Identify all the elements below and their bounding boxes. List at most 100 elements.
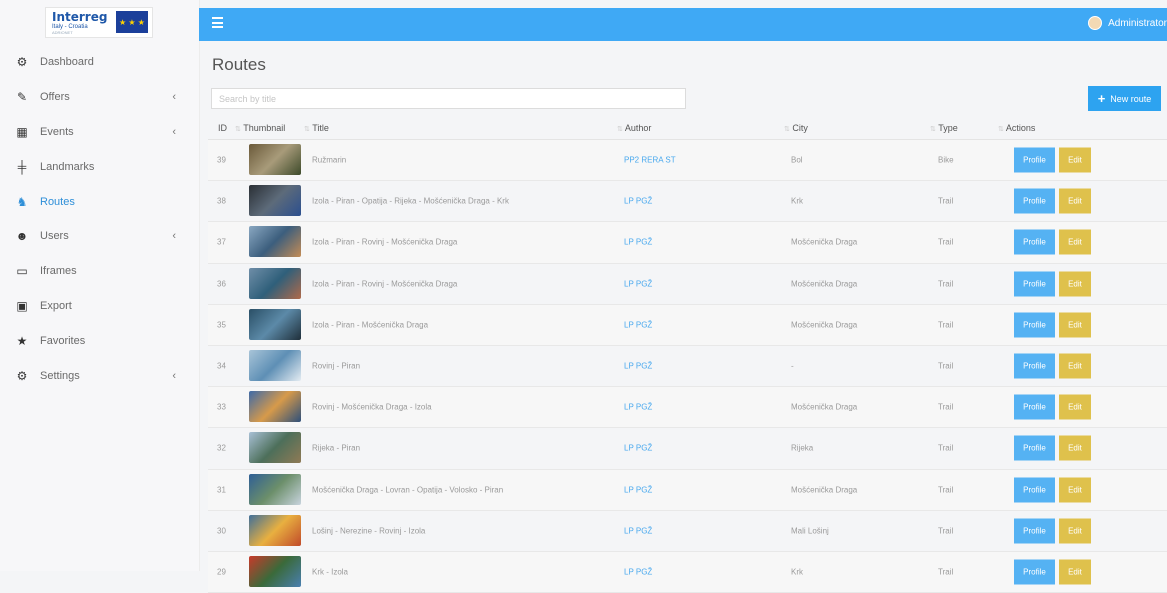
new-route-button[interactable]: + New route (1088, 86, 1161, 111)
row-author-link[interactable]: PP2 RERA ST (624, 156, 676, 165)
route-thumbnail (249, 349, 301, 381)
route-thumbnail (249, 555, 301, 587)
sidebar-item-favorites[interactable]: ★ Favorites (0, 323, 199, 358)
route-thumbnail (249, 514, 301, 546)
interreg-logo[interactable]: Interreg Italy - Croatia ADRIONET ★ ★ ★ (45, 7, 153, 38)
page-title: Routes (212, 55, 266, 74)
row-city: Krk (791, 196, 803, 206)
row-type: Trail (938, 485, 954, 495)
profile-button[interactable]: Profile (1014, 188, 1055, 214)
sidebar-item-label: Settings (40, 369, 80, 382)
row-type: Bike (938, 155, 954, 165)
sidebar-item-users[interactable]: ☻ Users ‹ (0, 219, 199, 254)
chevron-left-icon[interactable]: ‹ (172, 370, 176, 382)
sidebar-item-offers[interactable]: ✎ Offers ‹ (0, 80, 199, 115)
chevron-left-icon[interactable]: ‹ (172, 126, 176, 138)
top-bar: Administrator (199, 8, 1167, 41)
row-type: Trail (938, 402, 954, 412)
edit-button[interactable]: Edit (1059, 477, 1091, 503)
col-id[interactable]: ID (218, 123, 227, 133)
sidebar-item-dashboard[interactable]: ⚙ Dashboard (0, 45, 199, 80)
col-thumbnail[interactable]: ⇅ Thumbnail (235, 123, 285, 133)
row-author-link[interactable]: LP PGŽ (624, 403, 652, 412)
sort-icon: ⇅ (784, 126, 790, 133)
logo-sub-text: Italy - Croatia (52, 23, 88, 30)
row-title: Izola - Piran - Opatija - Rijeka - Mošće… (312, 196, 509, 206)
user-menu[interactable]: Administrator (1088, 16, 1167, 30)
row-title: Rijeka - Piran (312, 443, 361, 453)
edit-button[interactable]: Edit (1059, 188, 1091, 214)
profile-button[interactable]: Profile (1014, 147, 1055, 173)
route-thumbnail (249, 308, 301, 340)
route-thumbnail (249, 185, 301, 217)
row-id: 36 (217, 279, 226, 289)
edit-button[interactable]: Edit (1059, 147, 1091, 173)
sidebar-item-label: Users (40, 230, 69, 243)
row-author-link[interactable]: LP PGŽ (624, 238, 652, 247)
row-city: Mošćenička Draga (791, 279, 858, 289)
row-id: 34 (217, 361, 226, 371)
sidebar-item-label: Iframes (40, 265, 77, 278)
edit-button[interactable]: Edit (1059, 518, 1091, 544)
col-city[interactable]: ⇅ City (784, 123, 808, 133)
row-id: 35 (217, 320, 226, 330)
route-thumbnail (249, 226, 301, 258)
col-author[interactable]: ⇅ Author (617, 123, 651, 133)
route-thumbnail (249, 432, 301, 464)
sidebar-item-settings[interactable]: ⚙ Settings ‹ (0, 358, 199, 393)
profile-button[interactable]: Profile (1014, 477, 1055, 503)
edit-button[interactable]: Edit (1059, 394, 1091, 420)
new-route-label: New route (1110, 93, 1152, 104)
menu-toggle-icon[interactable] (212, 17, 223, 31)
sort-icon: ⇅ (998, 126, 1004, 133)
edit-button[interactable]: Edit (1059, 312, 1091, 338)
row-id: 38 (217, 196, 226, 206)
row-author-link[interactable]: LP PGŽ (624, 567, 652, 576)
row-author-link[interactable]: LP PGŽ (624, 444, 652, 453)
chevron-left-icon[interactable]: ‹ (172, 230, 176, 242)
profile-button[interactable]: Profile (1014, 312, 1055, 338)
binoculars-icon: ♞ (16, 194, 28, 209)
route-thumbnail (249, 144, 301, 175)
row-author-link[interactable]: LP PGŽ (624, 526, 652, 535)
row-type: Trail (938, 361, 954, 371)
sort-icon: ⇅ (930, 126, 936, 133)
route-thumbnail (249, 391, 301, 423)
profile-button[interactable]: Profile (1014, 271, 1055, 297)
row-author-link[interactable]: LP PGŽ (624, 197, 652, 206)
row-author-link[interactable]: LP PGŽ (624, 362, 652, 371)
sidebar-item-iframes[interactable]: ▭ Iframes (0, 254, 199, 289)
profile-button[interactable]: Profile (1014, 229, 1055, 255)
table-row: 38 Izola - Piran - Opatija - Rijeka - Moš… (208, 181, 1167, 223)
row-id: 32 (217, 443, 226, 453)
row-id: 29 (217, 567, 226, 577)
edit-button[interactable]: Edit (1059, 559, 1091, 585)
window-icon: ▭ (16, 264, 28, 279)
row-type: Trail (938, 320, 954, 330)
row-author-link[interactable]: LP PGŽ (624, 485, 652, 494)
sort-icon: ⇅ (304, 126, 310, 133)
profile-button[interactable]: Profile (1014, 559, 1055, 585)
sidebar-item-landmarks[interactable]: ╪ Landmarks (0, 149, 199, 184)
profile-button[interactable]: Profile (1014, 518, 1055, 544)
sidebar-item-label: Favorites (40, 334, 86, 347)
edit-button[interactable]: Edit (1059, 271, 1091, 297)
sidebar-item-routes[interactable]: ♞ Routes (0, 184, 199, 219)
sidebar-item-events[interactable]: ▦ Events ‹ (0, 115, 199, 150)
row-author-link[interactable]: LP PGŽ (624, 279, 652, 288)
profile-button[interactable]: Profile (1014, 353, 1055, 379)
profile-button[interactable]: Profile (1014, 394, 1055, 420)
chevron-left-icon[interactable]: ‹ (172, 91, 176, 103)
col-title[interactable]: ⇅ Title (304, 123, 329, 133)
table-row: 33 Rovinj - Mošćenička Draga - Izola LP PG… (208, 387, 1167, 429)
eu-flag-icon: ★ ★ ★ (116, 11, 148, 33)
sidebar-item-export[interactable]: ▣ Export (0, 289, 199, 324)
row-id: 31 (217, 485, 226, 495)
edit-button[interactable]: Edit (1059, 229, 1091, 255)
profile-button[interactable]: Profile (1014, 435, 1055, 461)
edit-button[interactable]: Edit (1059, 435, 1091, 461)
row-author-link[interactable]: LP PGŽ (624, 320, 652, 329)
edit-button[interactable]: Edit (1059, 353, 1091, 379)
search-input[interactable] (211, 88, 686, 109)
col-type[interactable]: ⇅ Type (930, 123, 958, 133)
